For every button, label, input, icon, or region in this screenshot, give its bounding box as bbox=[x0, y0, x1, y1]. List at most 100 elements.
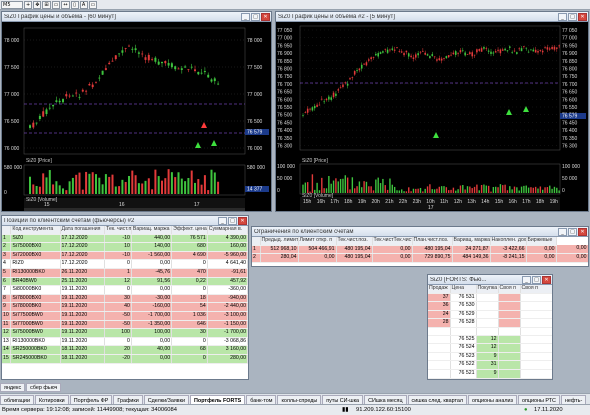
rect-tool-button[interactable]: ▭ bbox=[51, 0, 61, 9]
chart2-volume-bar bbox=[379, 183, 382, 193]
limits-col-header[interactable]: Биржевые bbox=[526, 237, 557, 246]
chart1-candle bbox=[91, 84, 94, 88]
table-row[interactable]: 6 BR40BW0 25.11.2020 12 91,56 0,22 457,92 bbox=[2, 277, 248, 287]
chart1-candle bbox=[157, 61, 160, 65]
close-icon[interactable]: ✕ bbox=[578, 12, 587, 21]
positions-col-header[interactable]: Суммарная в. bbox=[207, 226, 248, 235]
table-row[interactable]: 4 RIZ0 17.12.2020 0 0,00 0 4 641,40 bbox=[2, 259, 248, 269]
maximize-icon[interactable]: □ bbox=[251, 12, 260, 21]
orderbook-row[interactable] bbox=[428, 327, 552, 336]
table-row[interactable]: 7 Si80000BK0 19.11.2020 0 0,00 0 -360,00 bbox=[2, 285, 248, 295]
chart1-titlebar[interactable]: SiZ0 График цены и объёма - [60 минут] _… bbox=[2, 12, 271, 22]
chart2-candle bbox=[480, 48, 483, 52]
orderbook-col-header[interactable]: Цена bbox=[450, 285, 477, 294]
maximize-icon[interactable]: □ bbox=[532, 275, 541, 284]
frame-tool-button[interactable]: ▭ bbox=[88, 0, 98, 9]
orderbook-col-header[interactable]: Своя п bbox=[520, 285, 552, 294]
table-row[interactable]: 3 Si72000BX0 17.12.2020 -10 -1 560,00 4 690 -5… bbox=[2, 251, 248, 261]
chart1-volume-bar bbox=[101, 184, 104, 194]
orderbook-row[interactable]: 28 76 528 bbox=[428, 318, 552, 328]
orderbook-row[interactable]: 36 76 530 bbox=[428, 301, 552, 311]
hline-tool-button[interactable]: ↔ bbox=[61, 0, 70, 9]
table-row[interactable]: 13 RI130000BK0 19.11.2020 0 0,00 0 -3 068,86 bbox=[2, 337, 248, 347]
minimize-icon[interactable]: _ bbox=[218, 216, 227, 225]
table-row[interactable]: 5 RI130000BK0 26.11.2020 1 -45,76 470 -91,61 bbox=[2, 268, 248, 278]
crosshair-tool-button[interactable]: + bbox=[24, 0, 33, 9]
table-cell: 18.11.2020 bbox=[60, 354, 106, 364]
orderbook-row[interactable]: 76 524 12 bbox=[428, 343, 552, 353]
close-icon[interactable]: ✕ bbox=[578, 227, 587, 236]
limits-col-header[interactable]: Накоплен. дохо bbox=[490, 237, 527, 246]
chart1-volume-bar bbox=[190, 170, 193, 194]
vline-tool-button[interactable]: ▯ bbox=[70, 0, 79, 9]
limits-col-header[interactable]: Предыд. лимит bbox=[260, 237, 299, 246]
table-row[interactable]: 11 Si77000BW0 19.11.2020 -50 -1 350,00 646 -1 … bbox=[2, 320, 248, 330]
table-row[interactable]: 10 Si77500BW0 19.11.2020 -50 -1 700,00 1 036-… bbox=[2, 311, 248, 321]
chart2-volume-bar bbox=[483, 184, 485, 193]
orderbook-col-header[interactable]: Своя п bbox=[498, 285, 521, 294]
limits-col-header[interactable]: Лимит откр. п bbox=[298, 237, 337, 246]
text-tool-button[interactable]: A bbox=[79, 0, 88, 9]
positions-col-header[interactable]: Тек. чист.поз. bbox=[104, 226, 132, 235]
orderbook-row[interactable]: 76 525 12 bbox=[428, 335, 552, 345]
positions-col-header[interactable]: Дата погашения bbox=[60, 226, 106, 235]
chart2-candle bbox=[386, 49, 389, 53]
table-row[interactable]: 9 Si78000BK0 19.11.2020 40 -160,00 54 -2 440,0… bbox=[2, 302, 248, 312]
minimize-icon[interactable]: _ bbox=[558, 12, 567, 21]
limits-col-header[interactable]: План.чист.поз. bbox=[412, 237, 453, 246]
bookmark-yandex[interactable]: яндекс bbox=[0, 383, 26, 392]
orderbook-col-header[interactable]: Продаж bbox=[428, 285, 451, 294]
orderbook-titlebar[interactable]: SiZ0 [FORTS: Фью... _ □ ✕ bbox=[428, 275, 552, 285]
maximize-icon[interactable]: □ bbox=[228, 216, 237, 225]
orderbook-cell bbox=[520, 310, 552, 320]
maximize-icon[interactable]: □ bbox=[568, 12, 577, 21]
minimize-icon[interactable]: _ bbox=[241, 12, 250, 21]
table-row[interactable]: 2 280,04 0,00 480 195,04 0,00 729 890,75 484 1… bbox=[252, 253, 588, 263]
positions-col-header[interactable]: Эффект. цена bbox=[171, 226, 208, 235]
table-row[interactable]: 2 Si75000BX0 17.12.2020 10 140,00 680 160,00 bbox=[2, 242, 248, 252]
chart2-titlebar[interactable]: SiZ0 График цены и объёма #2 - [5 минут]… bbox=[276, 12, 588, 22]
orderbook-row[interactable]: 37 76 531 bbox=[428, 293, 552, 303]
limits-col-header[interactable]: Вариац. маржа bbox=[452, 237, 491, 246]
minimize-icon[interactable]: _ bbox=[558, 227, 567, 236]
table-cell: -1 350,00 bbox=[131, 320, 173, 330]
chart2-candle bbox=[360, 64, 363, 69]
chart2-candle bbox=[452, 52, 455, 55]
close-icon[interactable]: ✕ bbox=[238, 216, 247, 225]
limits-col-header[interactable]: Тек.чистТек.чист.поз. bbox=[372, 237, 413, 246]
table-row[interactable]: 15 SR245000BK0 18.11.2020 -20 0,00 0 280,00 bbox=[2, 354, 248, 364]
orderbook-row[interactable]: 24 76 529 bbox=[428, 310, 552, 320]
table-cell: 457,92 bbox=[207, 277, 248, 287]
chart1-candle bbox=[71, 95, 74, 97]
table-cell: -30,00 bbox=[131, 294, 173, 304]
close-icon[interactable]: ✕ bbox=[261, 12, 270, 21]
limits-titlebar[interactable]: Ограничения по клиентским счетам _ □ ✕ bbox=[252, 227, 588, 237]
timeframe-select[interactable]: M5 bbox=[1, 0, 23, 9]
positions-col-header[interactable]: Вариац. маржа bbox=[131, 226, 173, 235]
move-tool-button[interactable]: ✥ bbox=[33, 0, 42, 9]
chart1-volume-bar bbox=[187, 177, 190, 194]
chart1-canvas[interactable]: 78 000 78 000 77 500 77 500 77 000 77 000 76 5… bbox=[2, 22, 271, 211]
orderbook-row[interactable]: 76 521 9 bbox=[428, 369, 552, 379]
table-row[interactable]: 12 Si75000BW0 19.11.2020 100 100,00 30 -1 700,… bbox=[2, 328, 248, 338]
minimize-icon[interactable]: _ bbox=[522, 275, 531, 284]
positions-titlebar[interactable]: Позиции по клиентским счетам (фьючерсы) … bbox=[2, 216, 248, 226]
chart1-candle bbox=[52, 104, 55, 107]
table-row[interactable]: 1 512 968,10 504 466,91 480 195,04 0,00 480 1… bbox=[252, 245, 588, 255]
table-row[interactable]: 14 SR250000BK0 18.11.2020 20 40,00 68 3 160,00 bbox=[2, 345, 248, 355]
grid-tool-button[interactable]: ⊞ bbox=[42, 0, 51, 9]
chart1-candle bbox=[121, 50, 124, 53]
table-row[interactable]: 8 Si78000BX0 19.11.2020 30 -30,00 18 -940,00 bbox=[2, 294, 248, 304]
bookmark-sber[interactable]: сбер фьюч bbox=[26, 383, 62, 392]
table-row[interactable]: 1 SiZ0 17.12.2020 -10 440,00 76 571 4 390,00 bbox=[2, 234, 248, 244]
chart2-canvas[interactable]: 77 050 77 050 77 000 77 000 76 950 76 950 76 9… bbox=[276, 22, 588, 211]
orderbook-cell bbox=[520, 369, 552, 379]
limits-col-header[interactable]: Тек.чист.поз. bbox=[336, 237, 373, 246]
table-cell: 25.11.2020 bbox=[60, 277, 106, 287]
orderbook-row[interactable]: 76 522 31 bbox=[428, 360, 552, 370]
orderbook-col-header[interactable]: Покупка bbox=[476, 285, 499, 294]
close-icon[interactable]: ✕ bbox=[542, 275, 551, 284]
orderbook-row[interactable]: 76 523 9 bbox=[428, 352, 552, 362]
positions-col-header[interactable]: Код инструмента bbox=[10, 226, 61, 235]
maximize-icon[interactable]: □ bbox=[568, 227, 577, 236]
